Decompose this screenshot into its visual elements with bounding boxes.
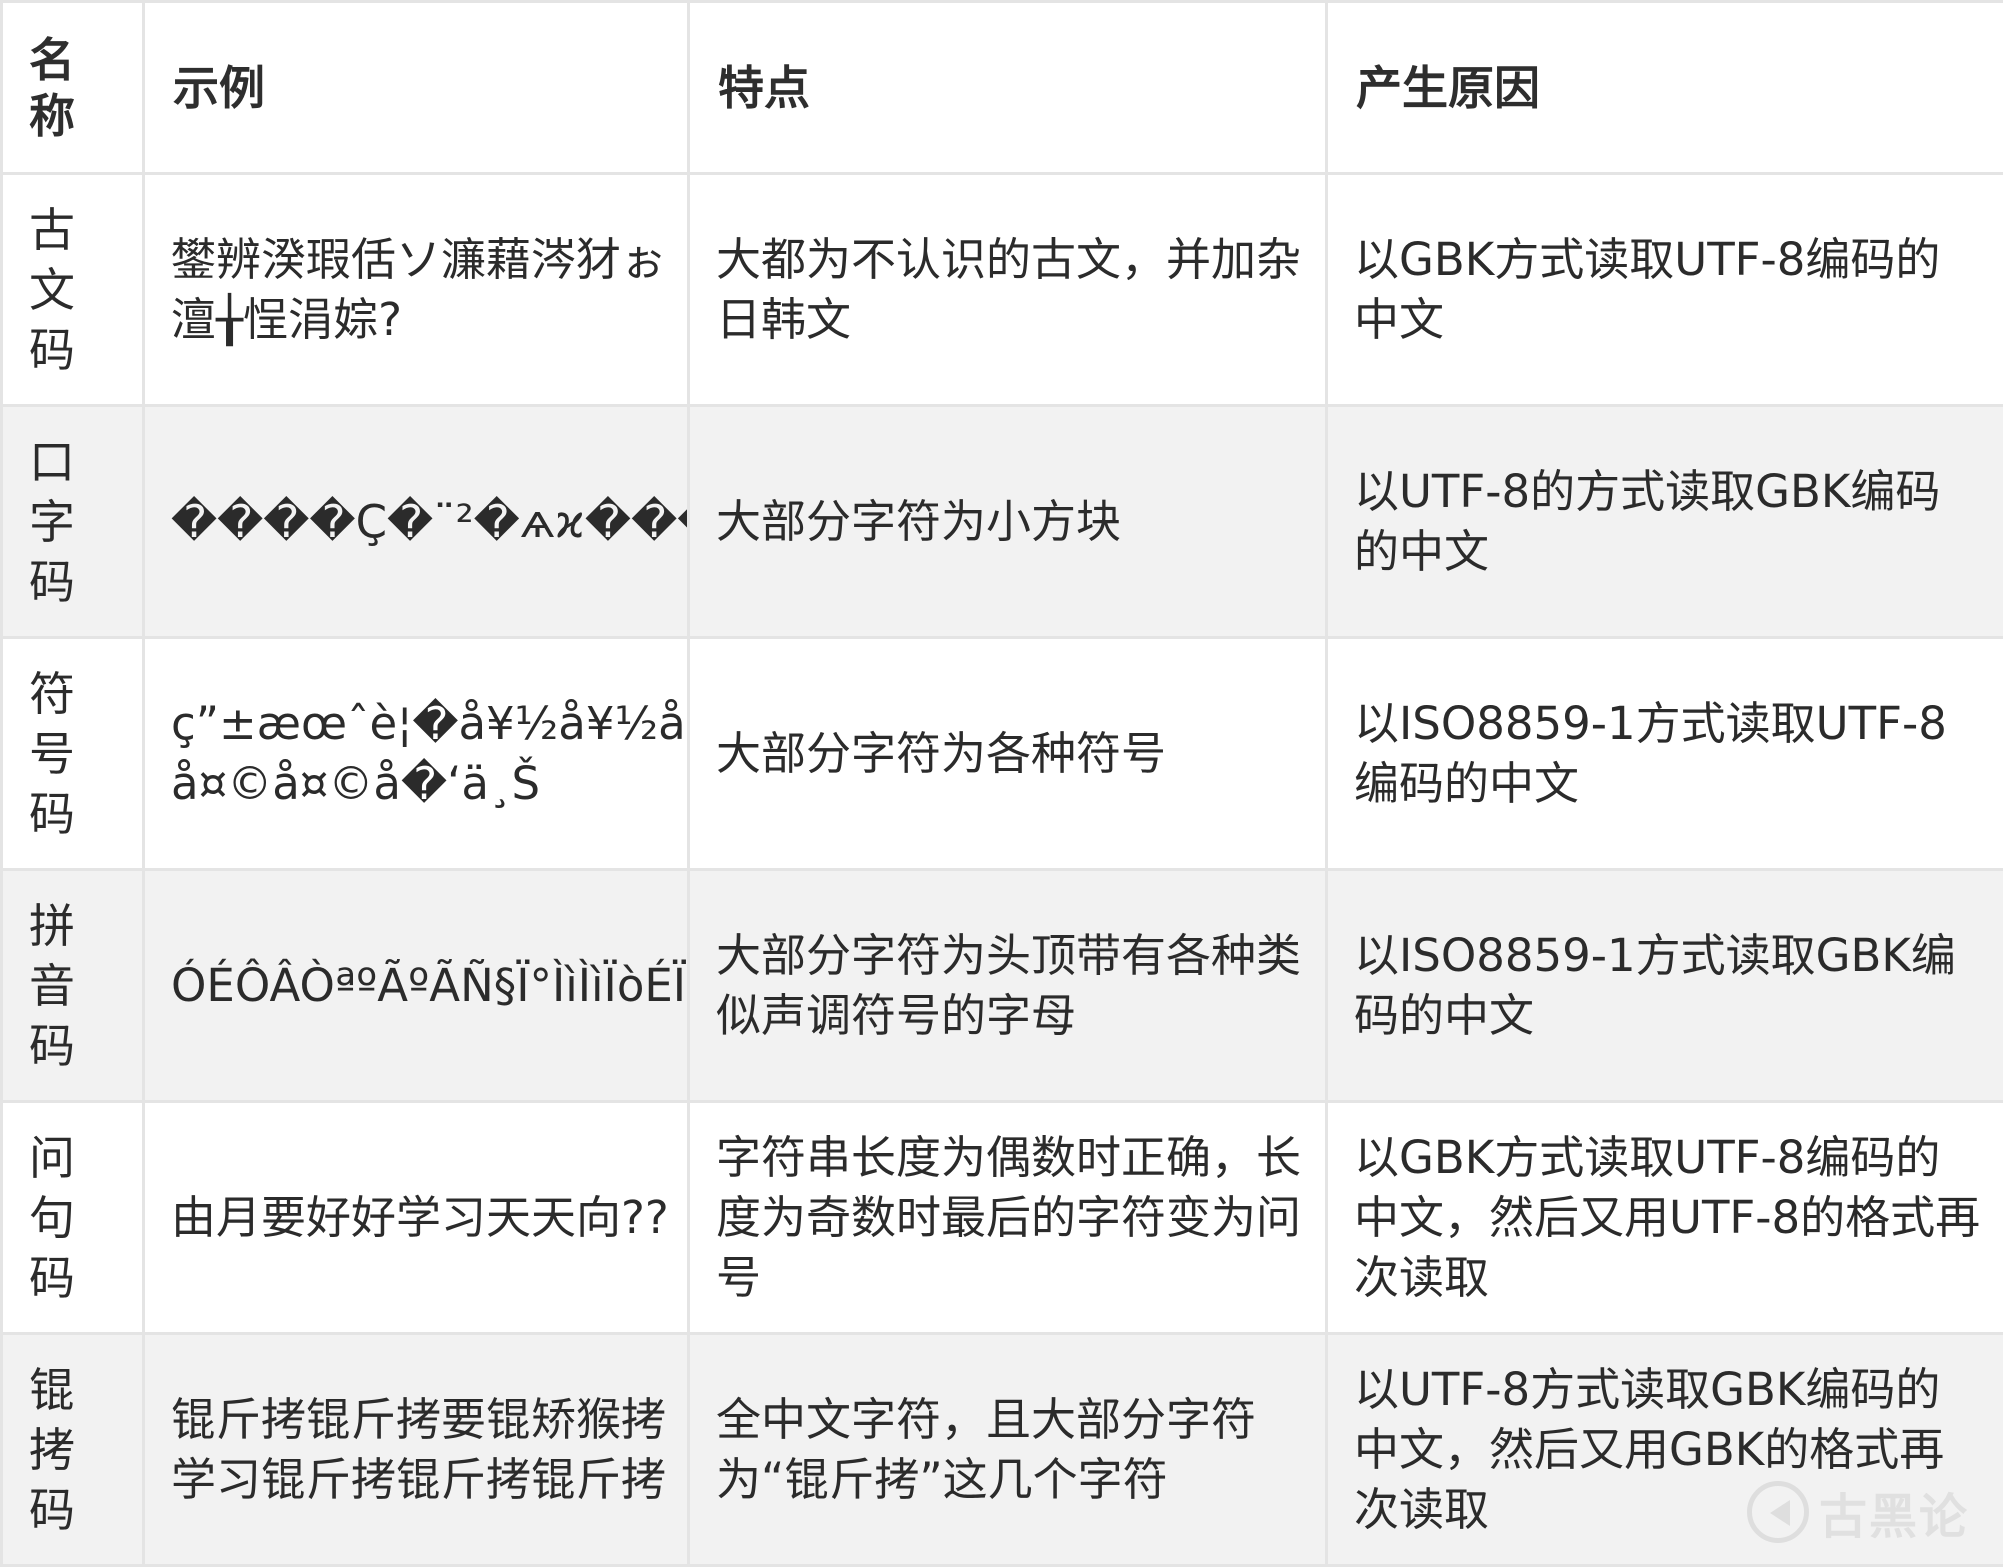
cell-example: ç”±æœˆè¦�å¥½å¥½å¦ä¹ å¤©å¤©å�‘ä¸Š	[144, 638, 689, 870]
cell-name: 口 字 码	[2, 406, 144, 638]
cell-feature: 大都为不认识的古文，并加杂日韩文	[689, 174, 1327, 406]
cell-cause: 以ISO8859-1方式读取GBK编码的中文	[1327, 870, 2003, 1102]
cell-feature: 大部分字符为头顶带有各种类似声调符号的字母	[689, 870, 1327, 1102]
table-row: 问 句 码 由月要好好学习天天向?? 字符串长度为偶数时正确，长度为奇数时最后的…	[2, 1102, 2003, 1334]
watermark-text: 古黑论	[1819, 1477, 1969, 1547]
table-row: 符 号 码 ç”±æœˆè¦�å¥½å¥½å¦ä¹ å¤©å¤©å�‘ä¸Š 大…	[2, 638, 2003, 870]
table-header-row: 名 称 示例 特点 产生原因	[2, 2, 2003, 174]
cell-name: 锟 拷 码	[2, 1334, 144, 1566]
cell-feature: 字符串长度为偶数时正确，长度为奇数时最后的字符变为问号	[689, 1102, 1327, 1334]
table-row: 口 字 码 ����Ç�¨²�ѧϰ������ 大部分字符为小方块 以UTF-8…	[2, 406, 2003, 638]
cell-cause: 以GBK方式读取UTF-8编码的中文	[1327, 174, 2003, 406]
cell-example: ����Ç�¨²�ѧϰ������	[144, 406, 689, 638]
watermark: 古黑论	[1747, 1477, 1969, 1547]
cell-example: 鐢辨湀瑕佸ソ濂藉涔犲ぉ澶╁悜涓婃?	[144, 174, 689, 406]
cell-example: ÓÉÔÂÒªºÃºÃÑ§Ï°ÌìÌìÏòÉÏ	[144, 870, 689, 1102]
cell-feature: 大部分字符为各种符号	[689, 638, 1327, 870]
watermark-logo-icon	[1747, 1481, 1809, 1543]
cell-feature: 全中文字符，且大部分字符为“锟斤拷”这几个字符	[689, 1334, 1327, 1566]
table-row: 锟 拷 码 锟斤拷锟斤拷要锟矫猴拷学习锟斤拷锟斤拷锟斤拷 全中文字符，且大部分字…	[2, 1334, 2003, 1566]
cell-cause: 以ISO8859-1方式读取UTF-8编码的中文	[1327, 638, 2003, 870]
document-page: 名 称 示例 特点 产生原因 古 文 码 鐢辨湀瑕佸ソ濂藉涔犲ぉ澶╁悜涓婃? 大…	[0, 0, 2003, 1565]
cell-name: 古 文 码	[2, 174, 144, 406]
header-cause: 产生原因	[1327, 2, 2003, 174]
cell-example: 由月要好好学习天天向??	[144, 1102, 689, 1334]
header-name: 名 称	[2, 2, 144, 174]
table-row: 拼 音 码 ÓÉÔÂÒªºÃºÃÑ§Ï°ÌìÌìÏòÉÏ 大部分字符为头顶带有各…	[2, 870, 2003, 1102]
header-feature: 特点	[689, 2, 1327, 174]
cell-feature: 大部分字符为小方块	[689, 406, 1327, 638]
cell-name: 问 句 码	[2, 1102, 144, 1334]
cell-cause: 以GBK方式读取UTF-8编码的中文，然后又用UTF-8的格式再次读取	[1327, 1102, 2003, 1334]
cell-example: 锟斤拷锟斤拷要锟矫猴拷学习锟斤拷锟斤拷锟斤拷	[144, 1334, 689, 1566]
cell-name: 拼 音 码	[2, 870, 144, 1102]
mojibake-table: 名 称 示例 特点 产生原因 古 文 码 鐢辨湀瑕佸ソ濂藉涔犲ぉ澶╁悜涓婃? 大…	[0, 0, 2003, 1567]
header-example: 示例	[144, 2, 689, 174]
cell-cause: 以UTF-8的方式读取GBK编码的中文	[1327, 406, 2003, 638]
table-row: 古 文 码 鐢辨湀瑕佸ソ濂藉涔犲ぉ澶╁悜涓婃? 大都为不认识的古文，并加杂日韩文…	[2, 174, 2003, 406]
cell-name: 符 号 码	[2, 638, 144, 870]
